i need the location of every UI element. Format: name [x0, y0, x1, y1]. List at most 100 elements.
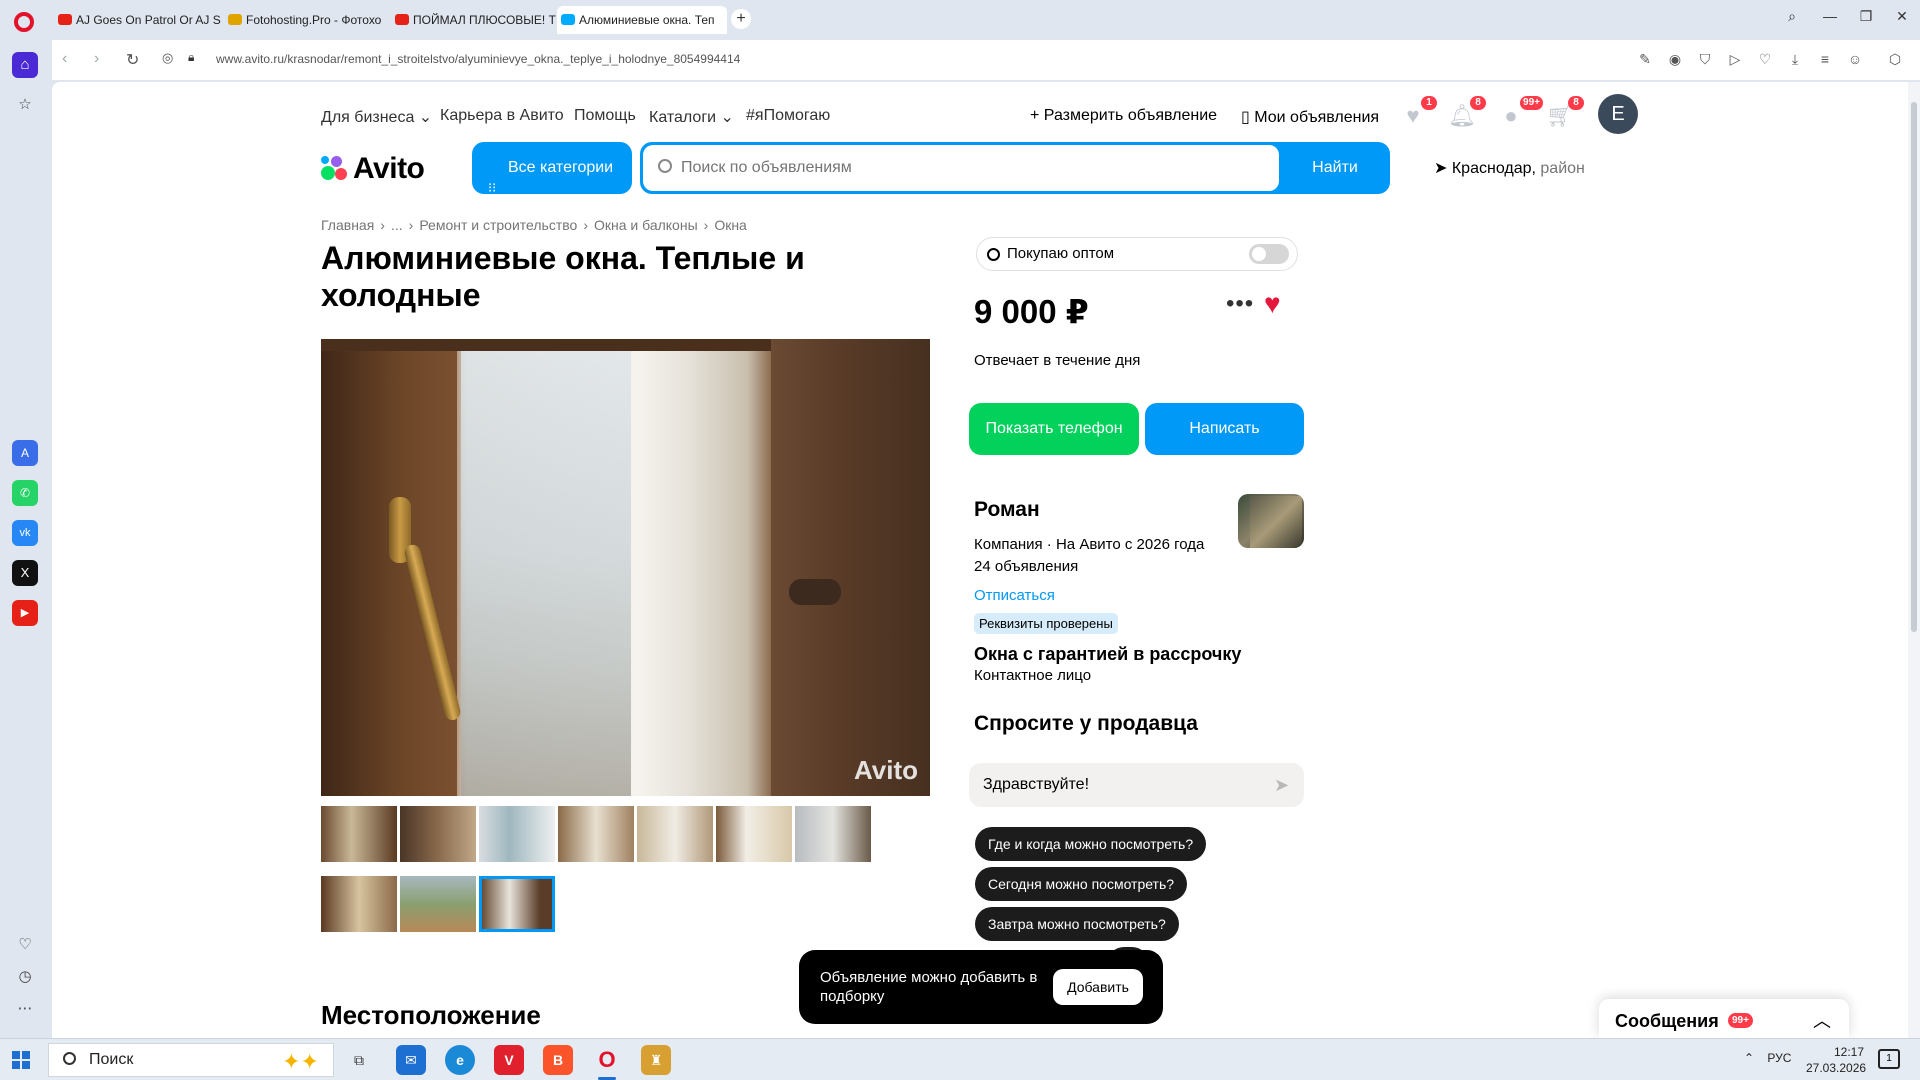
location-selector[interactable]: ➤ Краснодар, район: [1434, 158, 1585, 178]
url-field[interactable]: www.avito.ru/krasnodar/remont_i_stroitel…: [216, 52, 740, 66]
language-indicator[interactable]: РУС: [1767, 1051, 1791, 1065]
home-icon[interactable]: ⌂: [12, 52, 38, 78]
star-icon[interactable]: ☆: [12, 92, 38, 118]
game-app-icon[interactable]: ♜: [641, 1045, 671, 1075]
wholesale-toggle-row[interactable]: Покупаю оптом: [976, 237, 1298, 271]
close-window-icon[interactable]: ✕: [1887, 8, 1917, 25]
quick-question-chip[interactable]: Завтра можно посмотреть?: [975, 907, 1179, 941]
cart-icon[interactable]: 🛒︎ 8: [1542, 96, 1584, 134]
brave-icon[interactable]: B: [543, 1045, 573, 1075]
breadcrumb-ellipsis[interactable]: ...: [391, 217, 403, 233]
menu-icon[interactable]: ≡: [1816, 51, 1834, 67]
photo-thumbnail[interactable]: [479, 806, 555, 862]
breadcrumb-repair[interactable]: Ремонт и строительство: [419, 217, 577, 233]
photo-thumbnail[interactable]: [558, 806, 634, 862]
tray-chevron-up-icon[interactable]: ⌃: [1744, 1051, 1754, 1065]
heart-icon[interactable]: ♡: [1756, 51, 1774, 68]
search-input[interactable]: [643, 145, 1279, 191]
show-phone-button[interactable]: Показать телефон: [969, 403, 1139, 455]
location-pin-icon[interactable]: ◎: [162, 50, 173, 66]
wholesale-toggle[interactable]: [1249, 244, 1289, 264]
page-scrollbar[interactable]: [1908, 82, 1920, 1038]
notification-center-icon[interactable]: 1: [1878, 1049, 1900, 1069]
opera-logo-icon[interactable]: [14, 12, 34, 32]
user-avatar[interactable]: E: [1598, 94, 1638, 134]
mail-app-icon[interactable]: ✉: [396, 1045, 426, 1075]
windows-start-icon[interactable]: [12, 1051, 30, 1069]
lock-icon[interactable]: 🔒︎: [188, 50, 194, 65]
vivaldi-icon[interactable]: V: [494, 1045, 524, 1075]
tab-search-icon[interactable]: ⌕: [1777, 8, 1807, 25]
main-listing-photo[interactable]: Avito: [321, 339, 930, 796]
photo-thumbnail[interactable]: [716, 806, 792, 862]
quick-question-chip[interactable]: Где и когда можно посмотреть?: [975, 827, 1207, 861]
photo-thumbnail[interactable]: [400, 876, 476, 932]
taskbar-clock[interactable]: 12:17 27.03.2026: [1806, 1044, 1866, 1076]
extensions-icon[interactable]: ⬡: [1886, 51, 1904, 68]
photo-thumbnail[interactable]: [400, 806, 476, 862]
photo-thumbnail-selected[interactable]: [479, 876, 555, 932]
reload-icon[interactable]: ↻: [126, 50, 139, 70]
link-ya-pomogayu[interactable]: #яПомогаю: [746, 107, 830, 125]
breadcrumb-windows-balconies[interactable]: Окна и балконы: [594, 217, 698, 233]
photo-thumbnail[interactable]: [321, 806, 397, 862]
vk-icon[interactable]: vk: [12, 520, 38, 546]
company-name[interactable]: Окна с гарантией в рассрочку: [974, 644, 1241, 665]
all-categories-button[interactable]: ⁝⁝ Все категории: [472, 142, 632, 195]
aria-icon[interactable]: A: [12, 440, 38, 466]
system-tray[interactable]: ⌃ РУС: [1744, 1051, 1791, 1065]
opera-taskbar-icon[interactable]: O: [592, 1045, 622, 1080]
breadcrumb-windows[interactable]: Окна: [714, 217, 747, 233]
play-icon[interactable]: ▷: [1726, 51, 1744, 68]
messages-panel[interactable]: Сообщения 99+ ︿: [1599, 999, 1849, 1038]
task-view-icon[interactable]: ⧉: [344, 1045, 374, 1075]
message-input[interactable]: [969, 763, 1304, 807]
photo-thumbnail[interactable]: [637, 806, 713, 862]
photo-thumbnail[interactable]: [795, 806, 871, 862]
browser-tab[interactable]: ПОЙМАЛ ПЛЮСОВЫЕ! Т: [391, 6, 561, 34]
link-help[interactable]: Помощь: [574, 107, 636, 125]
chevron-up-icon[interactable]: ︿: [1813, 1007, 1831, 1033]
music-player-icon[interactable]: ▶: [12, 600, 38, 626]
x-twitter-icon[interactable]: X: [12, 560, 38, 586]
browser-tab[interactable]: AJ Goes On Patrol Or AJ S: [54, 6, 224, 34]
camera-icon[interactable]: ◉: [1666, 51, 1684, 68]
seller-ads-count[interactable]: 24 объявления: [974, 558, 1078, 575]
edit-icon[interactable]: ✎: [1636, 51, 1654, 68]
my-ads-button[interactable]: ▯ Мои объявления: [1241, 107, 1379, 127]
edge-icon[interactable]: e: [445, 1045, 475, 1075]
link-catalogs[interactable]: Каталоги ⌄: [649, 107, 734, 127]
favorites-heart-icon[interactable]: ♥ 1: [1395, 96, 1437, 134]
more-options-icon[interactable]: •••: [1226, 290, 1254, 318]
history-icon[interactable]: ◷: [12, 964, 38, 990]
notifications-bell-icon[interactable]: 🔔︎ 8: [1444, 96, 1486, 134]
profile-icon[interactable]: ☺: [1846, 51, 1864, 67]
unsubscribe-link[interactable]: Отписаться: [974, 587, 1055, 604]
messages-chat-icon[interactable]: ● 99+: [1493, 96, 1543, 134]
back-icon[interactable]: ‹: [62, 50, 67, 68]
write-message-button[interactable]: Написать: [1145, 403, 1304, 455]
send-icon[interactable]: ➤: [1274, 775, 1289, 796]
shield-icon[interactable]: ⛉: [1696, 51, 1714, 68]
restore-icon[interactable]: ❐: [1851, 8, 1881, 25]
minimize-icon[interactable]: —: [1815, 8, 1845, 24]
favorite-heart-icon[interactable]: ♥: [1264, 288, 1281, 320]
breadcrumb-home[interactable]: Главная: [321, 217, 374, 233]
forward-icon[interactable]: ›: [94, 50, 99, 68]
link-business[interactable]: Для бизнеса ⌄: [321, 107, 432, 127]
quick-question-chip[interactable]: Сегодня можно посмотреть?: [975, 867, 1188, 901]
photo-thumbnail[interactable]: [321, 876, 397, 932]
browser-tab[interactable]: Fotohosting.Pro - Фотохо: [224, 6, 394, 34]
whatsapp-icon[interactable]: ✆: [12, 480, 38, 506]
heart-sidebar-icon[interactable]: ♡: [12, 932, 38, 958]
post-ad-button[interactable]: + Размерить объявление: [1030, 107, 1217, 125]
seller-avatar[interactable]: [1238, 494, 1304, 548]
scrollbar-thumb[interactable]: [1911, 102, 1917, 632]
taskbar-search[interactable]: Поиск ✦✦: [48, 1043, 334, 1077]
download-icon[interactable]: ⤓: [1786, 51, 1804, 68]
more-sidebar-icon[interactable]: ⋯: [12, 996, 38, 1022]
new-tab-button[interactable]: +: [731, 9, 751, 29]
search-button[interactable]: Найти: [1280, 142, 1390, 194]
link-career[interactable]: Карьера в Авито: [440, 107, 564, 125]
browser-tab-active[interactable]: Алюминиевые окна. Теп: [557, 6, 727, 34]
